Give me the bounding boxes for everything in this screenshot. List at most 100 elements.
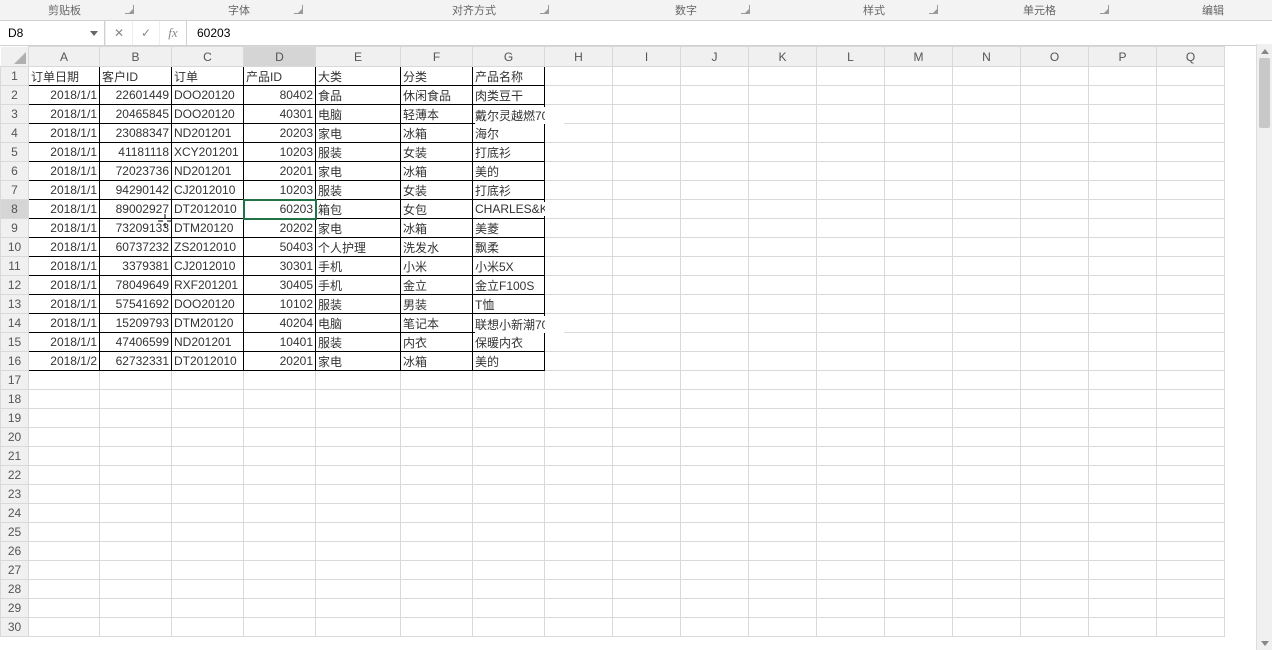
cell-J8[interactable] [681,200,749,219]
cell-N20[interactable] [953,428,1021,447]
cell-P17[interactable] [1089,371,1157,390]
row-header-5[interactable]: 5 [1,143,29,162]
cell-A26[interactable] [29,542,100,561]
cell-M2[interactable] [885,86,953,105]
cell-C10[interactable]: ZS2012010 [172,238,244,257]
cell-H15[interactable] [545,333,613,352]
cell-E4[interactable]: 家电 [316,124,401,143]
cell-N17[interactable] [953,371,1021,390]
cell-L26[interactable] [817,542,885,561]
cell-P21[interactable] [1089,447,1157,466]
cell-K7[interactable] [749,181,817,200]
cell-G13[interactable]: T恤 [473,295,545,314]
cell-D16[interactable]: 20201 [244,352,316,371]
cell-D12[interactable]: 30405 [244,276,316,295]
cell-J4[interactable] [681,124,749,143]
cell-F8[interactable]: 女包 [401,200,473,219]
cell-N11[interactable] [953,257,1021,276]
cell-E10[interactable]: 个人护理 [316,238,401,257]
cell-K28[interactable] [749,580,817,599]
cell-E27[interactable] [316,561,401,580]
cell-G7[interactable]: 打底衫 [473,181,545,200]
cell-J17[interactable] [681,371,749,390]
cell-D9[interactable]: 20202 [244,219,316,238]
cell-F11[interactable]: 小米 [401,257,473,276]
cell-H6[interactable] [545,162,613,181]
cell-L8[interactable] [817,200,885,219]
col-header-K[interactable]: K [749,47,817,67]
cell-E13[interactable]: 服装 [316,295,401,314]
cell-M19[interactable] [885,409,953,428]
cell-E3[interactable]: 电脑 [316,105,401,124]
cell-C1[interactable]: 订单 [172,67,244,86]
cell-Q11[interactable] [1157,257,1225,276]
cell-O17[interactable] [1021,371,1089,390]
cell-P15[interactable] [1089,333,1157,352]
cell-H27[interactable] [545,561,613,580]
cell-H4[interactable] [545,124,613,143]
cell-D14[interactable]: 40204 [244,314,316,333]
cell-B20[interactable] [100,428,172,447]
cell-A10[interactable]: 2018/1/1 [29,238,100,257]
cell-E6[interactable]: 家电 [316,162,401,181]
cell-I21[interactable] [613,447,681,466]
cell-K19[interactable] [749,409,817,428]
cell-E24[interactable] [316,504,401,523]
cell-J11[interactable] [681,257,749,276]
cell-G28[interactable] [473,580,545,599]
cell-O14[interactable] [1021,314,1089,333]
select-all-corner[interactable] [1,47,29,67]
col-header-M[interactable]: M [885,47,953,67]
cell-M20[interactable] [885,428,953,447]
cell-E16[interactable]: 家电 [316,352,401,371]
cell-K29[interactable] [749,599,817,618]
cell-H17[interactable] [545,371,613,390]
cell-P11[interactable] [1089,257,1157,276]
cell-L17[interactable] [817,371,885,390]
cell-P18[interactable] [1089,390,1157,409]
cell-C19[interactable] [172,409,244,428]
cell-B27[interactable] [100,561,172,580]
cell-D18[interactable] [244,390,316,409]
name-box-dropdown-icon[interactable] [90,31,98,36]
cell-L2[interactable] [817,86,885,105]
cell-K25[interactable] [749,523,817,542]
cell-D21[interactable] [244,447,316,466]
cell-C26[interactable] [172,542,244,561]
cell-G26[interactable] [473,542,545,561]
cell-A4[interactable]: 2018/1/1 [29,124,100,143]
cell-L13[interactable] [817,295,885,314]
cell-P24[interactable] [1089,504,1157,523]
cell-E30[interactable] [316,618,401,637]
cell-P26[interactable] [1089,542,1157,561]
cell-E7[interactable]: 服装 [316,181,401,200]
cell-Q24[interactable] [1157,504,1225,523]
cell-K18[interactable] [749,390,817,409]
scroll-up-button[interactable] [1257,44,1272,58]
cell-Q7[interactable] [1157,181,1225,200]
cell-Q4[interactable] [1157,124,1225,143]
cell-Q30[interactable] [1157,618,1225,637]
cell-O5[interactable] [1021,143,1089,162]
cell-H22[interactable] [545,466,613,485]
col-header-J[interactable]: J [681,47,749,67]
cell-I3[interactable] [613,105,681,124]
cell-K20[interactable] [749,428,817,447]
cell-E9[interactable]: 家电 [316,219,401,238]
cell-G5[interactable]: 打底衫 [473,143,545,162]
row-header-23[interactable]: 23 [1,485,29,504]
cell-C15[interactable]: ND201201 [172,333,244,352]
cell-A27[interactable] [29,561,100,580]
dialog-launcher-icon[interactable] [540,5,549,14]
cell-F20[interactable] [401,428,473,447]
cell-Q18[interactable] [1157,390,1225,409]
cell-D28[interactable] [244,580,316,599]
row-header-14[interactable]: 14 [1,314,29,333]
cell-F7[interactable]: 女装 [401,181,473,200]
cell-N29[interactable] [953,599,1021,618]
cell-L27[interactable] [817,561,885,580]
cell-N3[interactable] [953,105,1021,124]
cell-C12[interactable]: RXF201201 [172,276,244,295]
cell-N27[interactable] [953,561,1021,580]
cell-C2[interactable]: DOO20120 [172,86,244,105]
